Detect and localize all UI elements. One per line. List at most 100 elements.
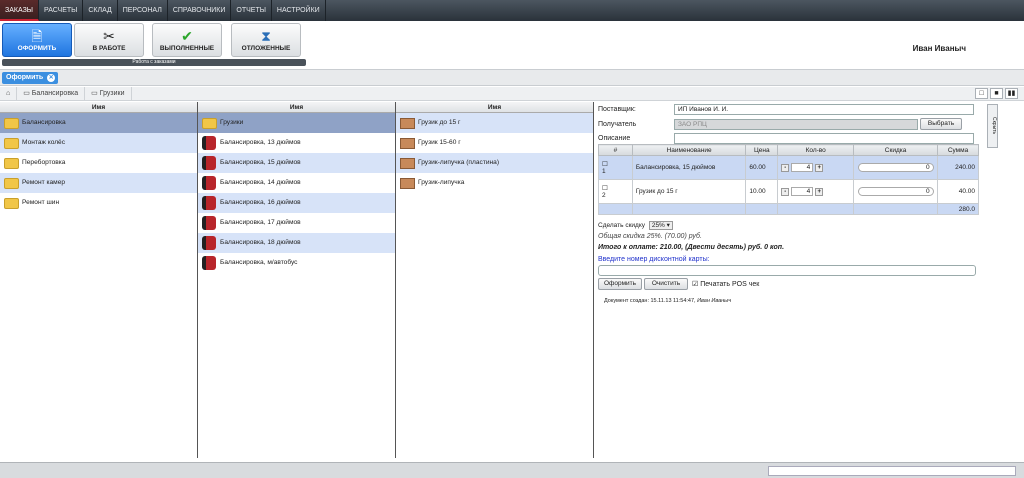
list-item[interactable]: Грузик-липучка	[396, 173, 593, 193]
clear-button[interactable]: Очистить	[644, 278, 688, 290]
list-item[interactable]: Балансировка	[0, 113, 197, 133]
completed-button[interactable]: ✔ ВЫПОЛНЕННЫЕ	[152, 23, 222, 57]
plus-button[interactable]: +	[815, 187, 824, 196]
document-icon: 🗎	[31, 28, 43, 44]
recipient-field[interactable]: ЗАО РПЦ	[674, 119, 918, 130]
view-empty-icon[interactable]: □	[975, 88, 988, 99]
choose-button[interactable]: Выбрать	[920, 118, 962, 130]
row-number-cell: ☐ 1	[598, 155, 633, 180]
toolbar: 🗎 ОФОРМИТЬ ✂ В РАБОТЕ ✔ ВЫПОЛНЕННЫЕ ⧗ ОТ…	[0, 21, 1024, 69]
qty-cell: -4 +	[777, 179, 855, 204]
col-qty: Кол-во	[777, 144, 855, 156]
discount-card-link[interactable]: Введите номер дисконтной карты:	[598, 254, 710, 265]
column-header: Имя	[198, 102, 395, 113]
weight-box-icon	[400, 157, 415, 169]
discount-input[interactable]: 0	[857, 187, 934, 196]
quantity-input[interactable]: 4	[791, 187, 814, 196]
table-row[interactable]: ☐ 1 Балансировка, 15 дюймов 60.00 -4 + 0 2…	[598, 155, 979, 180]
balancing-machine-icon	[202, 136, 216, 150]
view-switcher: □ ■ ▮▮	[975, 88, 1018, 99]
list-item[interactable]: Монтаж колёс	[0, 133, 197, 153]
breadcrumb-item[interactable]: ▭ Грузики	[85, 87, 132, 100]
order-table: # Наименование Цена Кол-во Скидка Сумма …	[598, 144, 979, 215]
supplier-field[interactable]: ИП Иванов И. И.	[674, 104, 974, 115]
tab-bar: Оформить ✕	[0, 69, 1024, 86]
tools-icon: ✂	[103, 28, 115, 44]
grand-total: 280.0	[937, 203, 979, 215]
category-column-2: Имя Грузики Балансировка, 13 дюймов Бала…	[198, 102, 396, 458]
home-icon[interactable]: ⌂	[0, 87, 18, 100]
recipient-label: Получатель	[598, 121, 637, 128]
toolbar-caption: Работа с заказами	[2, 59, 306, 66]
list-item[interactable]: Грузики	[198, 113, 395, 133]
discount-cell: 0	[853, 179, 939, 204]
in-progress-button[interactable]: ✂ В РАБОТЕ	[74, 23, 144, 57]
minus-button[interactable]: -	[781, 163, 790, 172]
column-header: Имя	[396, 102, 593, 113]
list-item[interactable]: Перебортовка	[0, 153, 197, 173]
balancing-machine-icon	[202, 156, 216, 170]
list-item[interactable]: Балансировка, 16 дюймов	[198, 193, 395, 213]
list-item[interactable]: Ремонт камер	[0, 173, 197, 193]
folder-icon	[202, 117, 217, 129]
checkout-button[interactable]: 🗎 ОФОРМИТЬ	[2, 23, 72, 57]
list-item[interactable]: Ремонт шин	[0, 193, 197, 213]
table-row[interactable]: ☐ 2 Грузик до 15 г 10.00 -4 + 0 40.00	[598, 179, 979, 204]
nav-payments[interactable]: РАСЧЕТЫ	[39, 0, 84, 21]
list-item[interactable]: Балансировка, 17 дюймов	[198, 213, 395, 233]
plus-button[interactable]: +	[815, 163, 824, 172]
list-item[interactable]: Грузик 15-60 г	[396, 133, 593, 153]
column-header: Имя	[0, 102, 197, 113]
breadcrumb: ⌂ ▭ Балансировка ▭ Грузики	[0, 87, 1024, 101]
row-checkbox[interactable]: ☐	[602, 161, 608, 168]
weight-box-icon	[400, 177, 415, 189]
discount-input[interactable]: 0	[857, 163, 934, 172]
col-discount: Скидка	[853, 144, 939, 156]
folder-icon	[4, 157, 19, 169]
category-column-3: Имя Грузик до 15 г Грузик 15-60 г Грузик…	[396, 102, 594, 458]
nav-staff[interactable]: ПЕРСОНАЛ	[118, 0, 168, 21]
balancing-machine-icon	[202, 196, 216, 210]
list-item[interactable]: Балансировка, 13 дюймов	[198, 133, 395, 153]
nav-settings[interactable]: НАСТРОЙКИ	[272, 0, 326, 21]
minus-button[interactable]: -	[781, 187, 790, 196]
supplier-label: Поставщик:	[598, 106, 636, 113]
balancing-machine-icon	[202, 256, 216, 270]
nav-reports[interactable]: ОТЧЕТЫ	[231, 0, 272, 21]
to-pay-text: Итого к оплате: 210.00, (Двести десять) …	[598, 244, 785, 251]
user-name: Иван Иваныч	[912, 44, 966, 53]
nav-warehouse[interactable]: СКЛАД	[83, 0, 118, 21]
quantity-input[interactable]: 4	[791, 163, 814, 172]
discount-card-input[interactable]	[598, 265, 976, 276]
breadcrumb-item[interactable]: ▭ Балансировка	[17, 87, 86, 100]
view-full-icon[interactable]: ■	[990, 88, 1003, 99]
row-number-cell: ☐ 2	[598, 179, 633, 204]
status-field	[768, 466, 1016, 476]
folder-icon	[4, 177, 19, 189]
postponed-button[interactable]: ⧗ ОТЛОЖЕННЫЕ	[231, 23, 301, 57]
discount-select[interactable]: 25% ▾	[648, 221, 673, 230]
nav-directories[interactable]: СПРАВОЧНИКИ	[168, 0, 232, 21]
list-item[interactable]: Балансировка, 15 дюймов	[198, 153, 395, 173]
nav-orders[interactable]: ЗАКАЗЫ	[0, 0, 39, 21]
checkout-submit-button[interactable]: Оформить	[598, 278, 642, 290]
close-icon[interactable]: ✕	[47, 74, 56, 82]
list-item[interactable]: Грузик-липучка (пластина)	[396, 153, 593, 173]
list-item[interactable]: Грузик до 15 г	[396, 113, 593, 133]
order-panel: Поставщик: ИП Иванов И. И. Получатель ЗА…	[596, 102, 982, 458]
qty-cell: -4 +	[777, 155, 855, 180]
description-field[interactable]	[674, 133, 974, 144]
hide-panel-button[interactable]: Скрыть	[987, 104, 998, 148]
row-checkbox[interactable]: ☐	[602, 185, 608, 192]
view-columns-icon[interactable]: ▮▮	[1005, 88, 1018, 99]
list-item[interactable]: Балансировка, м/автобус	[198, 253, 395, 273]
list-item[interactable]: Балансировка, 18 дюймов	[198, 233, 395, 253]
tab-checkout[interactable]: Оформить ✕	[2, 72, 59, 84]
weight-box-icon	[400, 117, 415, 129]
created-info: Документ создан: 15.11.13 11:54:47, Иван…	[604, 298, 732, 304]
pos-checkbox[interactable]: ☑	[692, 281, 698, 288]
balancing-machine-icon	[202, 176, 216, 190]
list-item[interactable]: Балансировка, 14 дюймов	[198, 173, 395, 193]
col-number: #	[598, 144, 633, 156]
category-column-1: Имя Балансировка Монтаж колёс Перебортов…	[0, 102, 198, 458]
